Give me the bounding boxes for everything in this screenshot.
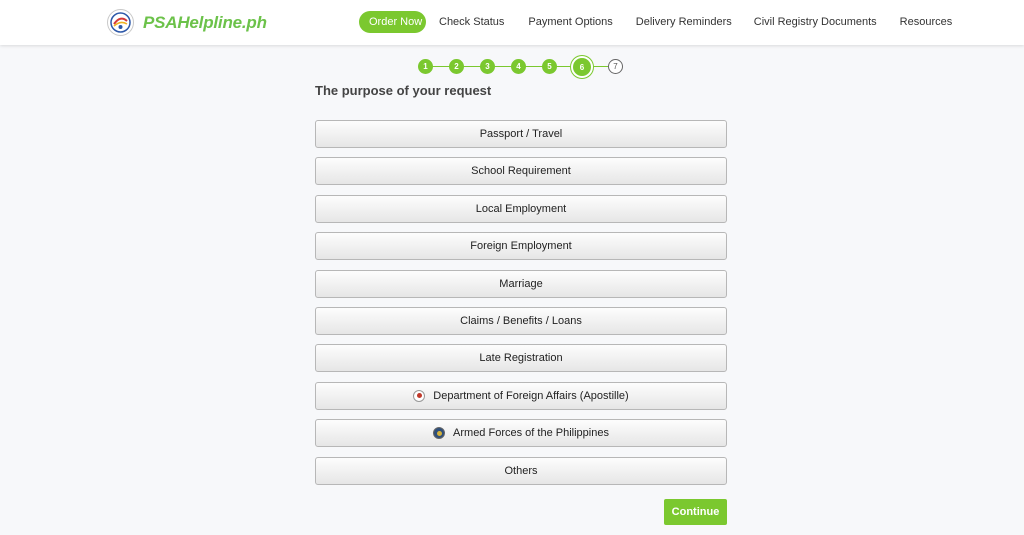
- option-claims-benefits-loans[interactable]: Claims / Benefits / Loans: [315, 306, 727, 335]
- option-label: Armed Forces of the Philippines: [453, 427, 609, 440]
- site-logo[interactable]: PSAHelpline.ph: [107, 9, 267, 36]
- option-label: Department of Foreign Affairs (Apostille…: [433, 389, 629, 402]
- dfa-seal-icon: [413, 389, 426, 402]
- option-local-employment[interactable]: Local Employment: [315, 194, 727, 223]
- step-3: 3: [480, 59, 495, 74]
- step-1: 1: [418, 59, 433, 74]
- option-label: Others: [504, 464, 538, 477]
- option-marriage[interactable]: Marriage: [315, 269, 727, 298]
- nav-civil-registry-documents[interactable]: Civil Registry Documents: [754, 11, 877, 33]
- afp-seal-icon: [433, 427, 446, 440]
- nav-resources[interactable]: Resources: [900, 11, 953, 33]
- option-school-requirement[interactable]: School Requirement: [315, 157, 727, 186]
- main-nav: Order Now Check Status Payment Options D…: [359, 11, 952, 33]
- option-passport-travel[interactable]: Passport / Travel: [315, 120, 727, 148]
- nav-delivery-reminders[interactable]: Delivery Reminders: [636, 11, 732, 33]
- option-late-registration[interactable]: Late Registration: [315, 344, 727, 373]
- option-others[interactable]: Others: [315, 456, 727, 485]
- site-header: PSAHelpline.ph Order Now Check Status Pa…: [0, 0, 1024, 45]
- option-label: School Requirement: [471, 165, 571, 178]
- option-label: Claims / Benefits / Loans: [460, 314, 582, 327]
- option-label: Marriage: [499, 277, 543, 290]
- option-label: Passport / Travel: [479, 128, 563, 140]
- purpose-options: Passport / Travel School Requirement Loc…: [315, 120, 727, 494]
- nav-payment-options[interactable]: Payment Options: [528, 11, 612, 33]
- progress-stepper: 1 2 3 4 5 6 7: [418, 58, 624, 76]
- step-5: 5: [542, 59, 557, 74]
- nav-order-now-button[interactable]: Order Now: [359, 11, 426, 33]
- option-foreign-employment[interactable]: Foreign Employment: [315, 232, 727, 261]
- step-4: 4: [511, 59, 526, 74]
- option-label: Local Employment: [475, 202, 567, 215]
- step-2: 2: [449, 59, 464, 74]
- continue-button[interactable]: Continue: [664, 499, 727, 525]
- psa-emblem-icon: [107, 9, 134, 36]
- option-label: Late Registration: [479, 352, 563, 365]
- question-title: The purpose of your request: [315, 83, 492, 98]
- step-7: 7: [608, 59, 623, 74]
- step-6-current: 6: [573, 58, 591, 76]
- option-dfa-apostille[interactable]: Department of Foreign Affairs (Apostille…: [315, 381, 727, 410]
- option-label: Foreign Employment: [470, 240, 572, 253]
- option-armed-forces[interactable]: Armed Forces of the Philippines: [315, 419, 727, 448]
- logo-text: PSAHelpline.ph: [143, 12, 267, 32]
- nav-check-status[interactable]: Check Status: [439, 11, 504, 33]
